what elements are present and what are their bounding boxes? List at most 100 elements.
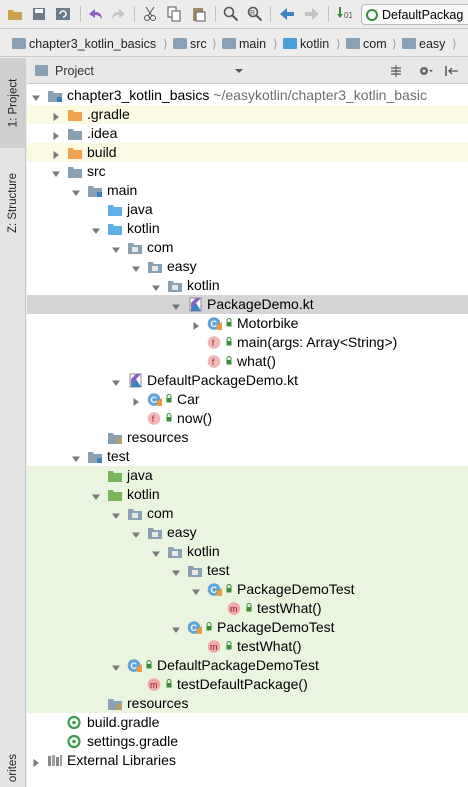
expanded-arrow-icon[interactable]	[171, 565, 181, 576]
collapsed-arrow-icon[interactable]	[51, 128, 61, 140]
back-icon[interactable]	[277, 4, 297, 24]
expanded-arrow-icon[interactable]	[151, 546, 161, 557]
tree-row[interactable]: kotlin	[27, 219, 468, 238]
tree-row[interactable]: C PackageDemoTest	[27, 618, 468, 637]
tree-row[interactable]: kotlin	[27, 276, 468, 295]
expanded-arrow-icon[interactable]	[111, 660, 121, 671]
tree-row[interactable]: f now()	[27, 409, 468, 428]
tree-row[interactable]: easy	[27, 257, 468, 276]
tree-row[interactable]: f main(args: Array<String>)	[27, 333, 468, 352]
tree-row[interactable]: easy	[27, 523, 468, 542]
tree-row[interactable]: build.gradle	[27, 713, 468, 732]
redo-icon[interactable]	[109, 4, 129, 24]
copy-icon[interactable]	[164, 4, 184, 24]
tree-row[interactable]: m testWhat()	[27, 637, 468, 656]
tree-row[interactable]: resources	[27, 694, 468, 713]
collapsed-arrow-icon[interactable]	[191, 318, 201, 330]
expanded-arrow-icon[interactable]	[91, 223, 101, 234]
undo-icon[interactable]	[85, 4, 105, 24]
sync-icon[interactable]	[53, 4, 73, 24]
tree-row[interactable]: com	[27, 504, 468, 523]
tree-row[interactable]: kotlin	[27, 542, 468, 561]
tree-row[interactable]: .idea	[27, 124, 468, 143]
expanded-arrow-icon[interactable]	[171, 299, 181, 310]
breadcrumb-item-src[interactable]: src	[173, 35, 207, 52]
find-icon[interactable]	[221, 4, 241, 24]
tree-row[interactable]: C Car	[27, 390, 468, 409]
collapsed-arrow-icon[interactable]	[31, 755, 41, 767]
expanded-arrow-icon[interactable]	[111, 508, 121, 519]
breadcrumb-item-main[interactable]: main	[222, 35, 266, 52]
chevron-down-icon[interactable]	[234, 66, 244, 76]
tree-row[interactable]: f what()	[27, 352, 468, 371]
tree-row[interactable]: resources	[27, 428, 468, 447]
paste-icon[interactable]	[189, 4, 209, 24]
tree-row[interactable]: DefaultPackageDemo.kt	[27, 371, 468, 390]
expanded-arrow-icon[interactable]	[131, 261, 141, 272]
tree-row[interactable]: PackageDemo.kt	[27, 295, 468, 314]
row-background	[27, 542, 468, 561]
kotlin-file-icon	[127, 373, 143, 388]
tree-row[interactable]: com	[27, 238, 468, 257]
cut-icon[interactable]	[140, 4, 160, 24]
row-background	[27, 428, 468, 447]
collapse-all-icon[interactable]	[388, 63, 404, 79]
tree-row[interactable]: m testWhat()	[27, 599, 468, 618]
expanded-arrow-icon[interactable]	[31, 90, 41, 101]
breadcrumb-item-kotlin[interactable]: kotlin	[283, 35, 329, 52]
hide-icon[interactable]	[444, 63, 460, 79]
tree-row[interactable]: C DefaultPackageDemoTest	[27, 656, 468, 675]
expanded-arrow-icon[interactable]	[171, 622, 181, 633]
expanded-arrow-icon[interactable]	[151, 280, 161, 291]
open-icon[interactable]	[5, 4, 25, 24]
tree-row[interactable]: settings.gradle	[27, 732, 468, 751]
forward-icon[interactable]	[302, 4, 322, 24]
tree-item-label: PackageDemo.kt	[207, 296, 314, 312]
tree-row[interactable]: C Motorbike	[27, 314, 468, 333]
save-icon[interactable]	[29, 4, 49, 24]
tree-item-label: src	[87, 163, 106, 179]
kotlin-file-icon	[187, 297, 203, 312]
tree-row[interactable]: main	[27, 181, 468, 200]
tree-item-label: now()	[177, 410, 213, 426]
tree-row[interactable]: java	[27, 200, 468, 219]
tab-favorites[interactable]: orites	[0, 748, 26, 787]
expanded-arrow-icon[interactable]	[71, 185, 81, 196]
tree-row[interactable]: chapter3_kotlin_basics ~/easykotlin/chap…	[27, 86, 468, 105]
make-icon[interactable]: 01	[334, 4, 354, 24]
tree-row[interactable]: External Libraries	[27, 751, 468, 770]
expanded-arrow-icon[interactable]	[111, 375, 121, 386]
expanded-arrow-icon[interactable]	[191, 584, 201, 595]
tree-row[interactable]: kotlin	[27, 485, 468, 504]
tree-item-label: kotlin	[127, 220, 160, 236]
tab-structure[interactable]: Z: Structure	[0, 158, 26, 248]
replace-icon[interactable]: R	[245, 4, 265, 24]
tab-project-label: 1: Project	[7, 78, 20, 128]
breadcrumb-item-com[interactable]: com	[346, 35, 387, 52]
breadcrumb-item-easy[interactable]: easy	[402, 35, 445, 52]
expanded-arrow-icon[interactable]	[131, 527, 141, 538]
svg-text:m: m	[230, 604, 238, 614]
tree-row[interactable]: build	[27, 143, 468, 162]
run-configuration-selector[interactable]: DefaultPackag	[361, 4, 468, 25]
expanded-arrow-icon[interactable]	[111, 242, 121, 253]
class-icon: C	[207, 582, 232, 597]
tree-row[interactable]: m testDefaultPackage()	[27, 675, 468, 694]
expanded-arrow-icon[interactable]	[91, 489, 101, 500]
settings-icon[interactable]	[418, 63, 434, 79]
tree-row[interactable]: .gradle	[27, 105, 468, 124]
tree-row[interactable]: src	[27, 162, 468, 181]
tree-row[interactable]: test	[27, 561, 468, 580]
tree-row[interactable]: test	[27, 447, 468, 466]
breadcrumb-item-project[interactable]: chapter3_kotlin_basics	[12, 35, 156, 52]
tree-row[interactable]: java	[27, 466, 468, 485]
expanded-arrow-icon[interactable]	[71, 451, 81, 462]
expanded-arrow-icon[interactable]	[51, 166, 61, 177]
tree-item-label: resources	[127, 429, 189, 445]
navigation-breadcrumb: chapter3_kotlin_basics ⟩ src ⟩ main ⟩ ko…	[0, 30, 468, 57]
collapsed-arrow-icon[interactable]	[51, 147, 61, 159]
collapsed-arrow-icon[interactable]	[131, 394, 141, 406]
collapsed-arrow-icon[interactable]	[51, 109, 61, 121]
tab-project[interactable]: 1: Project	[0, 58, 26, 148]
tree-row[interactable]: C PackageDemoTest	[27, 580, 468, 599]
